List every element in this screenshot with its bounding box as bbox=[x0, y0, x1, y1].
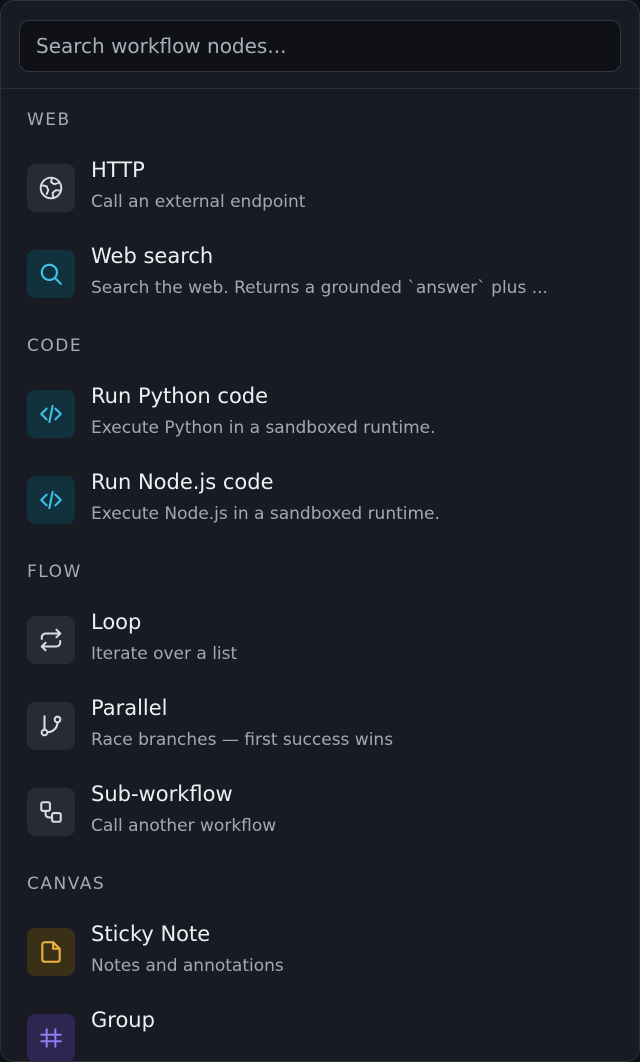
node-title: Web search bbox=[91, 244, 214, 268]
node-description: Execute Python in a sandboxed runtime. bbox=[91, 418, 436, 438]
section-title-web: WEB bbox=[27, 110, 71, 130]
node-description: Execute Node.js in a sandboxed runtime. bbox=[91, 504, 440, 524]
node-title: Group bbox=[91, 1008, 155, 1032]
code-icon bbox=[27, 476, 75, 524]
globe-icon bbox=[27, 164, 75, 212]
node-item-sub-workflow[interactable]: Sub-workflow Call another workflow bbox=[9, 773, 629, 851]
search-input[interactable] bbox=[19, 20, 621, 72]
node-title: Sticky Note bbox=[91, 922, 211, 946]
node-title: Loop bbox=[91, 610, 142, 634]
sub-workflow-icon bbox=[27, 788, 75, 836]
search-bar bbox=[1, 1, 639, 89]
node-description: Search the web. Returns a grounded `answ… bbox=[91, 278, 548, 298]
node-item-http[interactable]: HTTP Call an external endpoint bbox=[9, 149, 629, 227]
node-title: Run Node.js code bbox=[91, 470, 274, 494]
git-branch-icon bbox=[27, 702, 75, 750]
node-title: Sub-workflow bbox=[91, 782, 233, 806]
node-title: Parallel bbox=[91, 696, 168, 720]
section-title-canvas: CANVAS bbox=[27, 874, 106, 894]
node-description: Race branches — first success wins bbox=[91, 730, 394, 750]
node-picker-panel: WEB HTTP Call an external endpoint Web s… bbox=[0, 0, 640, 1062]
node-item-run-python[interactable]: Run Python code Execute Python in a sand… bbox=[9, 375, 629, 453]
sticky-note-icon bbox=[27, 928, 75, 976]
node-item-parallel[interactable]: Parallel Race branches — first success w… bbox=[9, 687, 629, 765]
section-title-flow: FLOW bbox=[27, 562, 82, 582]
repeat-icon bbox=[27, 616, 75, 664]
node-item-sticky-note[interactable]: Sticky Note Notes and annotations bbox=[9, 913, 629, 991]
node-description: Call another workflow bbox=[91, 816, 277, 836]
code-icon bbox=[27, 390, 75, 438]
node-item-web-search[interactable]: Web search Search the web. Returns a gro… bbox=[9, 235, 629, 313]
node-description: Notes and annotations bbox=[91, 956, 284, 976]
section-title-code: CODE bbox=[27, 336, 83, 356]
group-icon bbox=[27, 1014, 75, 1061]
node-item-loop[interactable]: Loop Iterate over a list bbox=[9, 601, 629, 679]
node-title: Run Python code bbox=[91, 384, 269, 408]
node-description: Call an external endpoint bbox=[91, 192, 306, 212]
search-icon bbox=[27, 250, 75, 298]
node-description: Iterate over a list bbox=[91, 644, 238, 664]
node-title: HTTP bbox=[91, 158, 145, 182]
node-item-group[interactable]: Group bbox=[9, 999, 629, 1061]
node-item-run-nodejs[interactable]: Run Node.js code Execute Node.js in a sa… bbox=[9, 461, 629, 539]
